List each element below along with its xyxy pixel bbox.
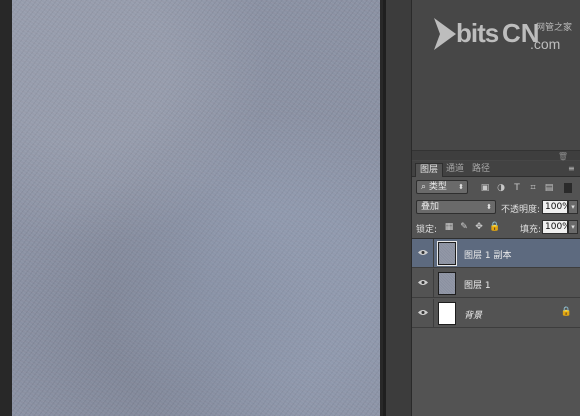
- layer-name[interactable]: 背景: [464, 308, 482, 321]
- layer-row[interactable]: 图层 1 副本: [412, 239, 580, 268]
- search-icon: ⌕: [421, 182, 427, 192]
- layers-panel: 图层 通道 路径 ≡ ⌕ 类型 ⬍ ▣ ◑ T ⌗ ▤ 叠加 ⬍ 不透明度: 1…: [412, 161, 580, 416]
- lock-position-icon[interactable]: ✥: [474, 222, 484, 232]
- tab-layers[interactable]: 图层: [415, 163, 444, 177]
- tab-paths[interactable]: 路径: [468, 163, 494, 177]
- fill-dropdown-icon[interactable]: ▾: [568, 220, 578, 234]
- layer-row[interactable]: 图层 1: [412, 269, 580, 298]
- opacity-label: 不透明度:: [501, 205, 541, 215]
- blend-row: 叠加 ⬍ 不透明度: 100% ▾: [412, 199, 580, 217]
- opacity-field[interactable]: 100%: [542, 200, 571, 214]
- panel-menu-icon[interactable]: ≡: [568, 164, 578, 174]
- watermark-logo: bits CN 网管之家 .com: [432, 8, 576, 58]
- filter-row: ⌕ 类型 ⬍ ▣ ◑ T ⌗ ▤: [412, 179, 580, 197]
- type-filter-icon[interactable]: T: [512, 183, 522, 193]
- document-workspace: [0, 0, 383, 416]
- layer-row[interactable]: 背景 🔒: [412, 299, 580, 328]
- image-filter-icon[interactable]: ▣: [480, 183, 490, 193]
- layer-thumbnail[interactable]: [437, 241, 457, 266]
- watermark-bits: bits: [456, 18, 499, 48]
- lock-transparency-icon[interactable]: ▦: [444, 222, 454, 232]
- visibility-toggle[interactable]: [412, 269, 434, 298]
- trash-icon[interactable]: 🗑: [558, 152, 568, 161]
- chevron-icon: ⬍: [458, 183, 464, 191]
- filter-toggle-icon[interactable]: [564, 183, 572, 193]
- shape-filter-icon[interactable]: ⌗: [528, 183, 538, 193]
- layer-name[interactable]: 图层 1 副本: [464, 248, 511, 261]
- layer-name[interactable]: 图层 1: [464, 278, 491, 291]
- kind-filter-label: 类型: [428, 182, 447, 192]
- chevron-icon: ⬍: [486, 203, 492, 211]
- adjustment-filter-icon[interactable]: ◑: [496, 183, 506, 193]
- eye-icon: [418, 250, 428, 255]
- panel-tabs: 图层 通道 路径 ≡: [412, 161, 580, 177]
- logo-arrow-icon: [434, 18, 456, 50]
- kind-filter-select[interactable]: ⌕ 类型 ⬍: [416, 180, 468, 194]
- layers-list: 图层 1 副本 图层 1 背景 🔒: [412, 238, 580, 416]
- eye-icon: [418, 310, 428, 315]
- lock-pixels-icon[interactable]: ✎: [459, 222, 469, 232]
- eye-icon: [418, 280, 428, 285]
- watermark-com: .com: [530, 36, 561, 52]
- lock-label: 锁定:: [416, 225, 438, 235]
- watermark-net: 网管之家: [536, 23, 573, 33]
- fill-field[interactable]: 100%: [542, 220, 571, 234]
- lock-row: 锁定: ▦ ✎ ✥ 🔒 填充: 100% ▾: [412, 219, 580, 237]
- layer-thumbnail[interactable]: [438, 302, 456, 325]
- upper-panel-footer: 🗑: [412, 150, 580, 161]
- visibility-toggle[interactable]: [412, 299, 434, 328]
- blend-mode-select[interactable]: 叠加 ⬍: [416, 200, 496, 214]
- fill-label: 填充:: [520, 225, 542, 235]
- tab-channels[interactable]: 通道: [442, 163, 468, 177]
- document-canvas[interactable]: [12, 0, 380, 416]
- blend-mode-value: 叠加: [421, 202, 440, 212]
- layer-lock-icon: 🔒: [560, 307, 572, 317]
- collapsed-panel-strip: [386, 0, 412, 416]
- layer-thumbnail[interactable]: [438, 272, 456, 295]
- smart-object-filter-icon[interactable]: ▤: [544, 183, 554, 193]
- lock-all-icon[interactable]: 🔒: [489, 222, 500, 232]
- visibility-toggle[interactable]: [412, 239, 434, 268]
- opacity-dropdown-icon[interactable]: ▾: [568, 200, 578, 214]
